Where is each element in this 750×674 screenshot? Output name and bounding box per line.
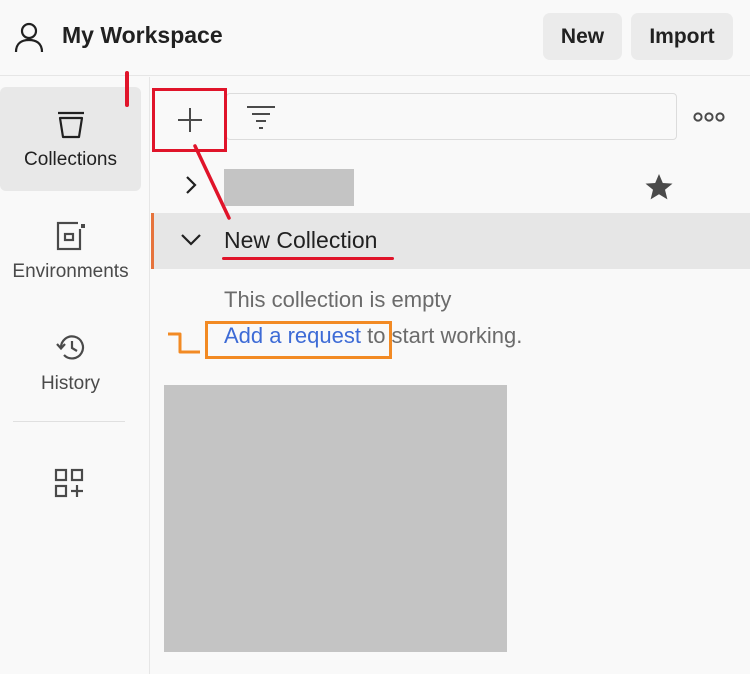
configure-workbench-icon[interactable] <box>54 468 84 498</box>
annotation-box <box>152 88 227 152</box>
sidebar-item-collections[interactable]: Collections <box>0 87 141 191</box>
workspace-title[interactable]: My Workspace <box>62 22 223 49</box>
history-icon <box>55 335 84 360</box>
annotation-mark <box>125 71 129 107</box>
import-button[interactable]: Import <box>631 13 733 60</box>
sidebar-item-history[interactable]: History <box>0 311 141 415</box>
chevron-down-icon[interactable] <box>180 233 202 247</box>
sidebar-item-label: Collections <box>24 149 117 170</box>
annotation-underline <box>222 257 394 260</box>
search-input[interactable] <box>226 93 677 140</box>
star-icon[interactable] <box>644 172 674 202</box>
collections-icon <box>57 111 84 139</box>
collection-name[interactable]: New Collection <box>224 227 377 254</box>
sidebar-item-label: Environments <box>12 261 129 282</box>
redacted-collection-name <box>224 169 354 206</box>
workspace-header: My Workspace New Import <box>0 0 750 76</box>
left-sidebar: Collections Environments History <box>0 77 150 674</box>
sidebar-divider <box>13 421 125 422</box>
user-icon <box>14 22 44 53</box>
new-button[interactable]: New <box>543 13 622 60</box>
annotation-box-highlight <box>205 321 392 359</box>
chevron-right-icon[interactable] <box>183 175 199 195</box>
filter-icon[interactable] <box>245 103 277 131</box>
redacted-area <box>164 385 507 652</box>
empty-collection-message: This collection is empty <box>224 287 452 312</box>
environments-icon <box>56 221 86 251</box>
annotation-bracket <box>168 332 200 354</box>
sidebar-item-label: History <box>40 373 101 394</box>
sidebar-item-environments[interactable]: Environments <box>0 199 141 303</box>
more-options-icon[interactable] <box>693 110 725 124</box>
